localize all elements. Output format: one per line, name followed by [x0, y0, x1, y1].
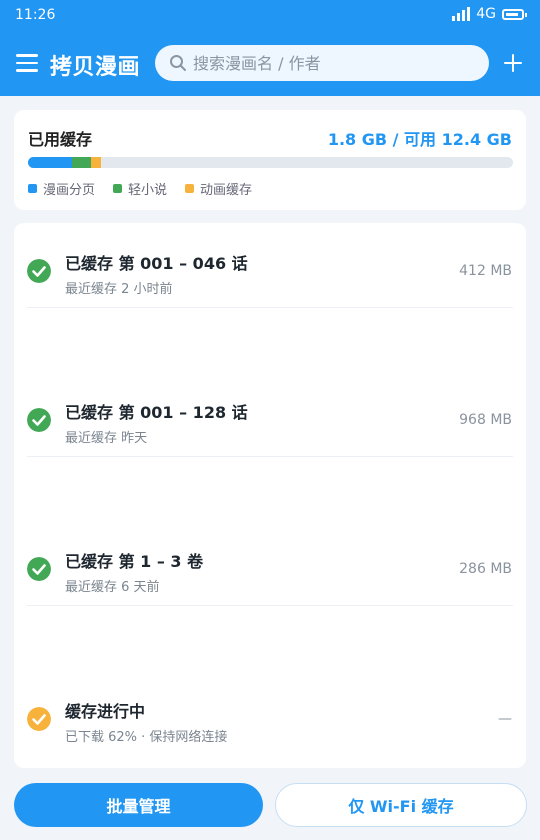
cache-row[interactable]: 已缓存 第 001 – 128 话最近缓存 昨天 968 MB	[14, 372, 526, 457]
cache-row-size: 286 MB	[459, 561, 512, 577]
cache-row-title: 已缓存 第 001 – 046 话	[65, 254, 248, 273]
progress-check-icon	[27, 707, 51, 731]
legend-swatch	[185, 184, 195, 193]
status-bar: 11:26 4G	[0, 0, 540, 32]
menu-icon[interactable]	[16, 54, 38, 72]
cache-row-subtitle: 最近缓存 2 小时前	[65, 282, 173, 297]
legend-label: 轻小说	[128, 183, 168, 198]
legend-item: 漫画分页	[28, 179, 95, 198]
cache-row-subtitle: 最近缓存 昨天	[65, 431, 148, 446]
cache-row[interactable]: 已缓存 第 001 – 046 话最近缓存 2 小时前 412 MB	[14, 223, 526, 308]
row-divider	[27, 605, 513, 606]
cache-row-size: 968 MB	[459, 412, 512, 428]
search-icon	[170, 55, 186, 71]
check-circle-icon	[27, 557, 51, 581]
app-header: 11:26 4G 拷贝漫画	[0, 0, 540, 96]
usage-segment	[91, 157, 101, 168]
storage-usage-bar	[28, 157, 513, 168]
battery-icon	[502, 8, 527, 20]
cache-row-subtitle: 最近缓存 6 天前	[65, 580, 160, 595]
search-input[interactable]	[191, 52, 475, 74]
search-bar[interactable]	[155, 45, 489, 81]
app-title: 拷贝漫画	[50, 55, 141, 80]
cache-row-title: 缓存进行中	[65, 702, 146, 721]
cache-row-size: —	[498, 711, 512, 727]
status-time: 11:26	[15, 7, 56, 23]
add-icon[interactable]	[502, 52, 524, 74]
legend-item: 轻小说	[113, 179, 167, 198]
legend-label: 动画缓存	[200, 183, 253, 198]
row-divider	[27, 456, 513, 457]
check-circle-icon	[27, 259, 51, 283]
row-divider	[27, 307, 513, 308]
cache-row[interactable]: 已缓存 第 1 – 3 卷最近缓存 6 天前 286 MB	[14, 521, 526, 606]
legend-item: 动画缓存	[185, 179, 252, 198]
legend-swatch	[28, 184, 37, 193]
cache-row-size: 412 MB	[459, 263, 512, 279]
network-type: 4G	[476, 6, 496, 22]
usage-segment	[28, 157, 72, 168]
storage-value: 1.8 GB / 可用 12.4 GB	[327, 130, 512, 149]
storage-label: 已用缓存	[28, 130, 93, 149]
batch-manage-button[interactable]: 批量管理	[14, 783, 263, 827]
cache-row-subtitle: 已下载 62% · 保持网络连接	[65, 730, 228, 745]
cache-list: 已缓存 第 001 – 046 话最近缓存 2 小时前 412 MB 已缓存 第 0…	[14, 223, 526, 768]
check-circle-icon	[27, 408, 51, 432]
signal-icon	[452, 7, 471, 21]
cache-row-title: 已缓存 第 001 – 128 话	[65, 403, 248, 422]
cache-row-title: 已缓存 第 1 – 3 卷	[65, 552, 204, 571]
usage-segment	[71, 157, 92, 168]
legend-label: 漫画分页	[43, 183, 96, 198]
legend-swatch	[113, 184, 123, 193]
cache-row[interactable]: 缓存进行中已下载 62% · 保持网络连接 —	[14, 671, 526, 756]
storage-legend: 漫画分页 轻小说 动画缓存	[28, 179, 252, 198]
wifi-only-button[interactable]: 仅 Wi-Fi 缓存	[275, 783, 527, 827]
storage-card: 已用缓存 1.8 GB / 可用 12.4 GB 漫画分页 轻小说 动画缓存	[14, 110, 526, 210]
